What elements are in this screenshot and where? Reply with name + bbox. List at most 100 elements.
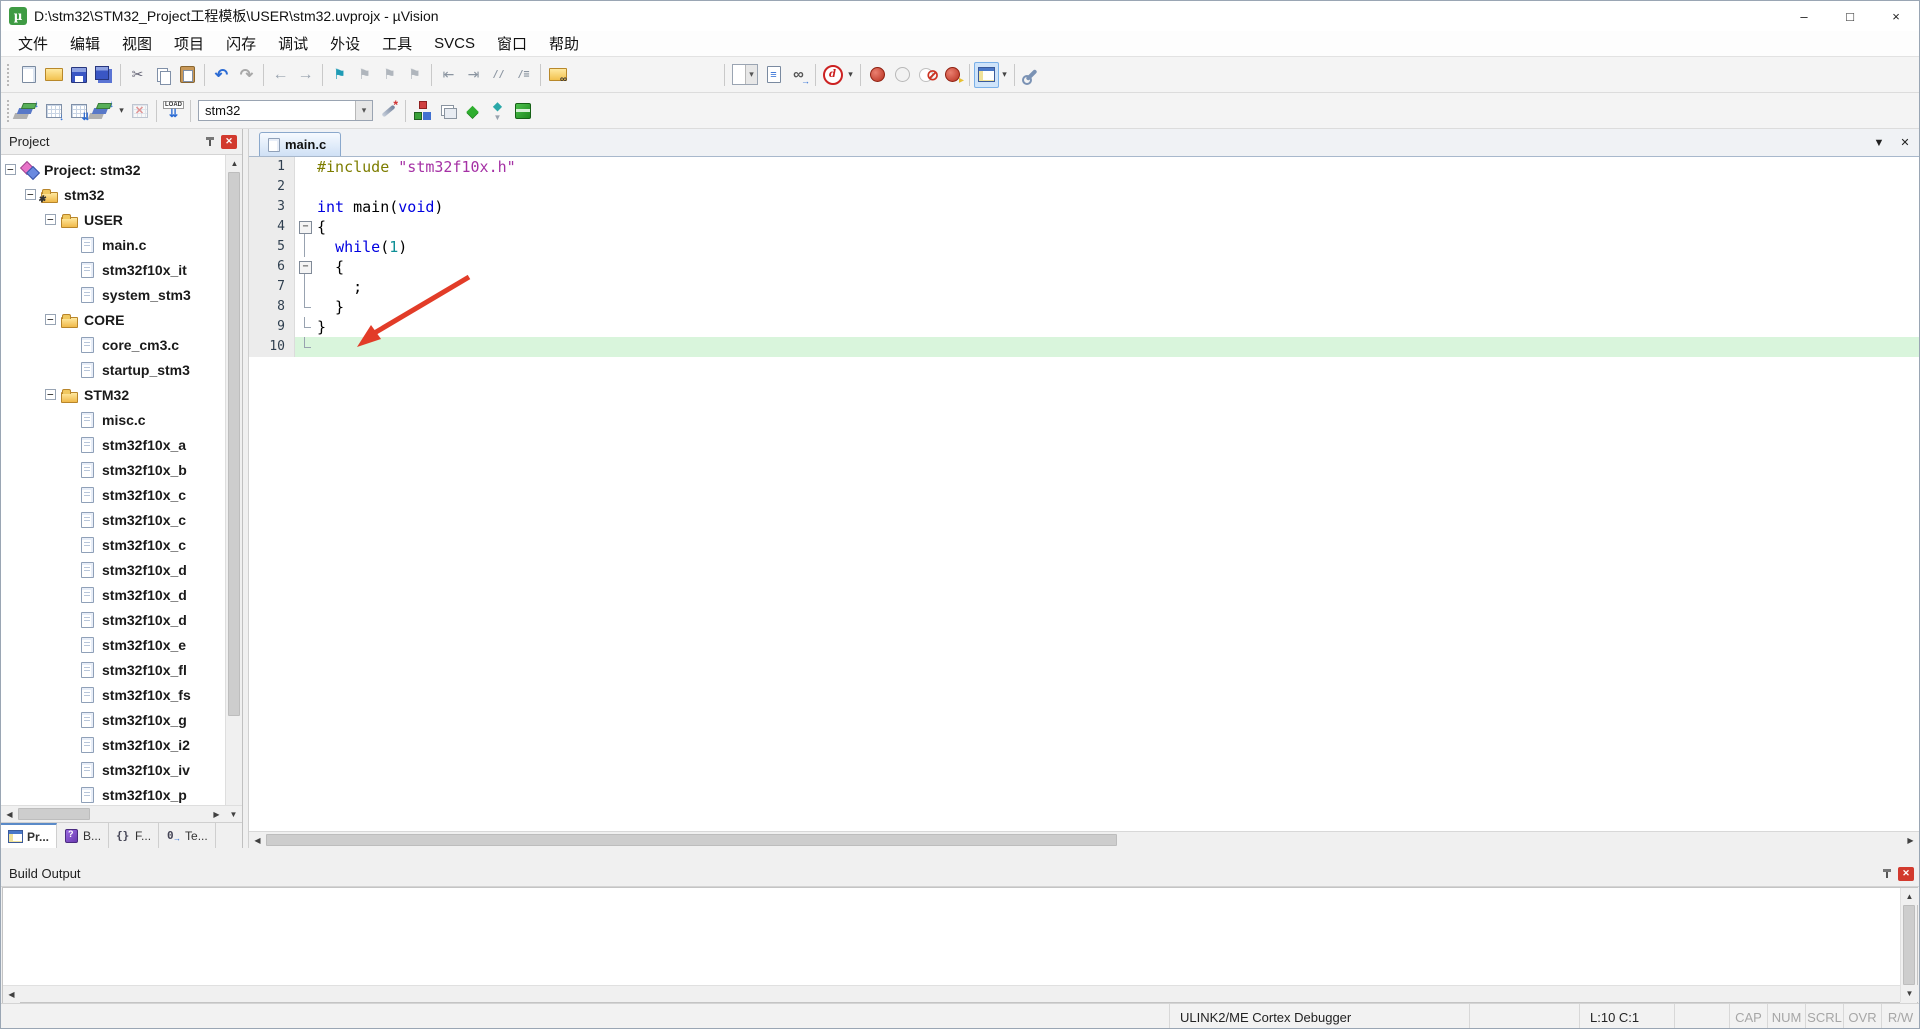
browse-info-button[interactable]	[761, 62, 786, 88]
menu-item-6[interactable]: 外设	[319, 31, 371, 56]
menu-item-10[interactable]: 帮助	[538, 31, 590, 56]
find-in-files-button[interactable]	[545, 62, 570, 88]
menu-item-4[interactable]: 闪存	[215, 31, 267, 56]
hscroll-thumb[interactable]	[18, 808, 91, 820]
rebuild-button[interactable]	[66, 98, 91, 124]
menu-item-5[interactable]: 调试	[267, 31, 319, 56]
redo-button[interactable]	[234, 62, 259, 88]
tree-item-stm32f10x-i2[interactable]: stm32f10x_i2	[1, 732, 225, 757]
build-output-hscrollbar[interactable]: ◀ ▶	[3, 985, 1917, 1003]
paste-button[interactable]	[175, 62, 200, 88]
tree-item-startup-stm3[interactable]: startup_stm3	[1, 357, 225, 382]
tree-item-stm32f10x-iv[interactable]: stm32f10x_iv	[1, 757, 225, 782]
menu-item-0[interactable]: 文件	[7, 31, 59, 56]
tree-expander-icon[interactable]	[25, 188, 36, 201]
tree-item-misc-c[interactable]: misc.c	[1, 407, 225, 432]
menu-item-7[interactable]: 工具	[371, 31, 423, 56]
tree-item-stm32f10x-g[interactable]: stm32f10x_g	[1, 707, 225, 732]
select-packs-button[interactable]	[485, 98, 510, 124]
debug-session-dropdown-icon[interactable]	[845, 62, 856, 88]
bookmark-next-button[interactable]	[377, 62, 402, 88]
tree-expander-icon[interactable]	[5, 163, 16, 176]
copy-button[interactable]	[150, 62, 175, 88]
scroll-right-icon[interactable]: ▶	[1902, 832, 1919, 849]
toolbar-grip[interactable]	[7, 99, 11, 122]
save-file-button[interactable]	[66, 62, 91, 88]
scroll-left-icon[interactable]: ◀	[1, 806, 18, 823]
bp-toggle-button[interactable]	[865, 62, 890, 88]
tree-item-stm32f10x-c[interactable]: stm32f10x_c	[1, 482, 225, 507]
tree-expander-icon[interactable]	[45, 313, 56, 326]
scroll-down-icon[interactable]: ▼	[225, 806, 242, 823]
pin-icon[interactable]	[203, 135, 217, 149]
find-next-button[interactable]	[786, 62, 811, 88]
target-combo[interactable]: stm32	[198, 100, 373, 121]
menu-item-9[interactable]: 窗口	[486, 31, 538, 56]
build-button[interactable]	[41, 98, 66, 124]
indent-button[interactable]	[461, 62, 486, 88]
window-layout-dropdown-icon[interactable]	[999, 62, 1010, 88]
manage-rte-button[interactable]	[460, 98, 485, 124]
menu-item-1[interactable]: 编辑	[59, 31, 111, 56]
build-output-content[interactable]	[3, 888, 1917, 985]
close-button[interactable]: ×	[1873, 1, 1919, 31]
fold-margin[interactable]	[295, 257, 317, 277]
build-output-vscrollbar[interactable]: ▲ ▼	[1900, 888, 1918, 1002]
fold-margin[interactable]	[295, 217, 317, 237]
window-layout-button[interactable]	[974, 61, 999, 88]
panel-tab-b[interactable]: B...	[57, 823, 110, 848]
code-area[interactable]: 1 #include "stm32f10x.h" 2 3 int main(void)…	[249, 157, 1919, 831]
comment-button[interactable]	[486, 62, 511, 88]
scroll-down-icon[interactable]: ▼	[1901, 985, 1918, 1002]
tree-expander-icon[interactable]	[45, 388, 56, 401]
menu-item-2[interactable]: 视图	[111, 31, 163, 56]
file-ext-button[interactable]	[435, 98, 460, 124]
tree-item-stm32f10x-d[interactable]: stm32f10x_d	[1, 607, 225, 632]
undo-button[interactable]	[209, 62, 234, 88]
scroll-left-icon[interactable]: ◀	[3, 986, 20, 1003]
bp-kill-button[interactable]	[915, 62, 940, 88]
tree-item-stm32[interactable]: ✱ stm32	[1, 182, 225, 207]
tree-item-stm32f10x-d[interactable]: stm32f10x_d	[1, 582, 225, 607]
manage-items-button[interactable]	[410, 98, 435, 124]
tab-list-chevron-icon[interactable]: ▼	[1871, 135, 1887, 151]
cut-button[interactable]	[125, 62, 150, 88]
bp-disable-button[interactable]	[890, 62, 915, 88]
outdent-button[interactable]	[436, 62, 461, 88]
bp-enable-all-button[interactable]	[940, 62, 965, 88]
search-combo[interactable]	[732, 64, 758, 85]
project-tree-hscrollbar[interactable]: ◀ ▶ ▼	[1, 805, 242, 823]
configure-button[interactable]	[1019, 62, 1044, 88]
tree-item-user[interactable]: USER	[1, 207, 225, 232]
tab-main-c[interactable]: main.c	[259, 132, 342, 156]
toolbar-grip[interactable]	[7, 63, 11, 86]
minimize-button[interactable]: –	[1781, 1, 1827, 31]
pack-installer-button[interactable]	[510, 98, 535, 124]
pin-icon[interactable]	[1880, 867, 1894, 881]
tree-item-stm32f10x-a[interactable]: stm32f10x_a	[1, 432, 225, 457]
tree-item-stm32f10x-c[interactable]: stm32f10x_c	[1, 507, 225, 532]
scroll-left-icon[interactable]: ◀	[249, 832, 266, 849]
tree-item-stm32f10x-it[interactable]: stm32f10x_it	[1, 257, 225, 282]
vscroll-thumb[interactable]	[1903, 905, 1915, 985]
tree-item-stm32f10x-e[interactable]: stm32f10x_e	[1, 632, 225, 657]
tree-item-core-cm3-c[interactable]: core_cm3.c	[1, 332, 225, 357]
tree-item-stm32[interactable]: STM32	[1, 382, 225, 407]
new-file-button[interactable]	[16, 62, 41, 88]
maximize-button[interactable]: □	[1827, 1, 1873, 31]
tree-item-stm32f10x-d[interactable]: stm32f10x_d	[1, 557, 225, 582]
batch-build-button[interactable]	[91, 98, 116, 124]
uncomment-button[interactable]	[511, 62, 536, 88]
scroll-up-icon[interactable]: ▲	[226, 155, 242, 172]
tree-item-system-stm3[interactable]: system_stm3	[1, 282, 225, 307]
project-panel-close-icon[interactable]	[221, 134, 237, 149]
tree-item-stm32f10x-b[interactable]: stm32f10x_b	[1, 457, 225, 482]
scroll-up-icon[interactable]: ▲	[1901, 888, 1918, 905]
chevron-down-icon[interactable]	[355, 101, 372, 120]
vscroll-thumb[interactable]	[228, 172, 240, 717]
editor-hscrollbar[interactable]: ◀ ▶	[249, 831, 1919, 849]
save-all-button[interactable]	[91, 62, 116, 88]
build-output-close-icon[interactable]	[1898, 866, 1914, 881]
panel-tab-f[interactable]: F...	[109, 823, 160, 848]
nav-forward-button[interactable]	[293, 62, 318, 88]
